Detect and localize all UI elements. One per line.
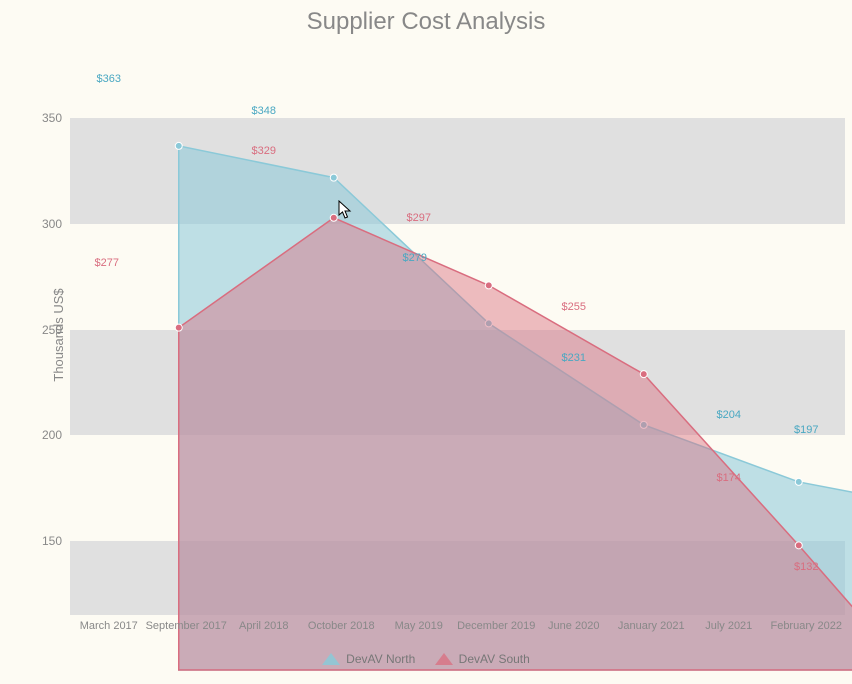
x-tick-label: January 2021 [618, 620, 685, 632]
data-label: $204 [717, 409, 741, 421]
data-label: $348 [252, 105, 276, 117]
data-point[interactable] [795, 478, 802, 485]
y-tick-label: 150 [42, 534, 62, 548]
data-label: $297 [407, 212, 431, 224]
y-tick-label: 300 [42, 217, 62, 231]
legend: DevAV North DevAV South [0, 652, 852, 668]
data-label: $132 [794, 561, 818, 573]
data-label: $329 [252, 145, 276, 157]
y-tick-label: 350 [42, 111, 62, 125]
x-tick-label: July 2021 [705, 620, 752, 632]
area-series[interactable] [179, 218, 852, 670]
data-point[interactable] [795, 542, 802, 549]
data-point[interactable] [330, 174, 337, 181]
triangle-icon [322, 653, 340, 665]
data-label: $277 [95, 257, 119, 269]
chart-container: Supplier Cost Analysis Thousands US$ 150… [0, 0, 852, 684]
data-point[interactable] [175, 324, 182, 331]
data-label: $197 [794, 424, 818, 436]
data-point[interactable] [485, 282, 492, 289]
x-tick-label: September 2017 [146, 620, 227, 632]
legend-label: DevAV South [459, 652, 530, 666]
y-tick-label: 200 [42, 428, 62, 442]
data-point[interactable] [330, 214, 337, 221]
grid-band [70, 55, 845, 118]
plot-area[interactable] [70, 55, 845, 615]
data-label: $363 [97, 73, 121, 85]
x-tick-label: May 2019 [395, 620, 443, 632]
legend-item-north[interactable]: DevAV North [322, 652, 415, 666]
x-tick-label: March 2017 [80, 620, 138, 632]
legend-item-south[interactable]: DevAV South [435, 652, 530, 666]
x-tick-label: April 2018 [239, 620, 289, 632]
data-point[interactable] [640, 371, 647, 378]
legend-label: DevAV North [346, 652, 415, 666]
x-tick-label: October 2018 [308, 620, 375, 632]
data-label: $231 [562, 352, 586, 364]
data-label: $279 [403, 252, 427, 264]
triangle-icon [435, 653, 453, 665]
x-tick-label: December 2019 [457, 620, 535, 632]
data-point[interactable] [175, 142, 182, 149]
series-layer [140, 110, 852, 670]
data-label: $174 [717, 472, 741, 484]
y-tick-label: 250 [42, 323, 62, 337]
x-tick-label: June 2020 [548, 620, 599, 632]
data-label: $255 [562, 301, 586, 313]
x-tick-label: February 2022 [770, 620, 842, 632]
chart-title: Supplier Cost Analysis [0, 8, 852, 36]
